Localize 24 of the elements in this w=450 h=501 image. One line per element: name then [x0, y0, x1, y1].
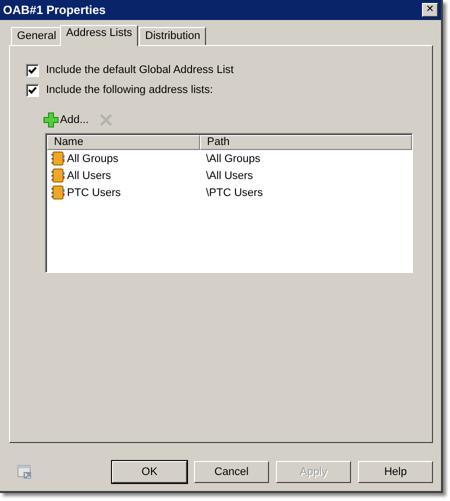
- dialog-button[interactable]: Help: [358, 461, 433, 483]
- dialog-button[interactable]: OK: [112, 461, 187, 483]
- tab[interactable]: Address Lists: [60, 25, 138, 46]
- add-button[interactable]: Add...: [43, 112, 89, 128]
- checkbox-label[interactable]: Include the following address lists:: [46, 84, 213, 96]
- checkbox[interactable]: [26, 64, 39, 76]
- plus-icon: [43, 112, 59, 128]
- checkbox[interactable]: [26, 84, 39, 96]
- address-book-icon: [51, 168, 65, 183]
- close-button[interactable]: ✕: [422, 3, 438, 17]
- table-cell: All Users: [67, 170, 112, 182]
- address-book-icon: [51, 151, 65, 166]
- window-title: OAB#1 Properties: [3, 3, 106, 17]
- table-cell: All Groups: [67, 152, 118, 164]
- table-cell: \All Users: [206, 170, 254, 182]
- checkbox-label[interactable]: Include the default Global Address List: [46, 64, 234, 76]
- address-book-icon: [51, 185, 65, 200]
- column-header[interactable]: Name: [47, 135, 200, 150]
- tab[interactable]: Distribution: [139, 27, 206, 46]
- table-cell: \PTC Users: [206, 186, 263, 198]
- column-header[interactable]: Path: [200, 135, 412, 150]
- table-cell: PTC Users: [67, 186, 121, 198]
- dialog-button[interactable]: Cancel: [194, 461, 269, 483]
- table-cell: \All Groups: [206, 152, 260, 164]
